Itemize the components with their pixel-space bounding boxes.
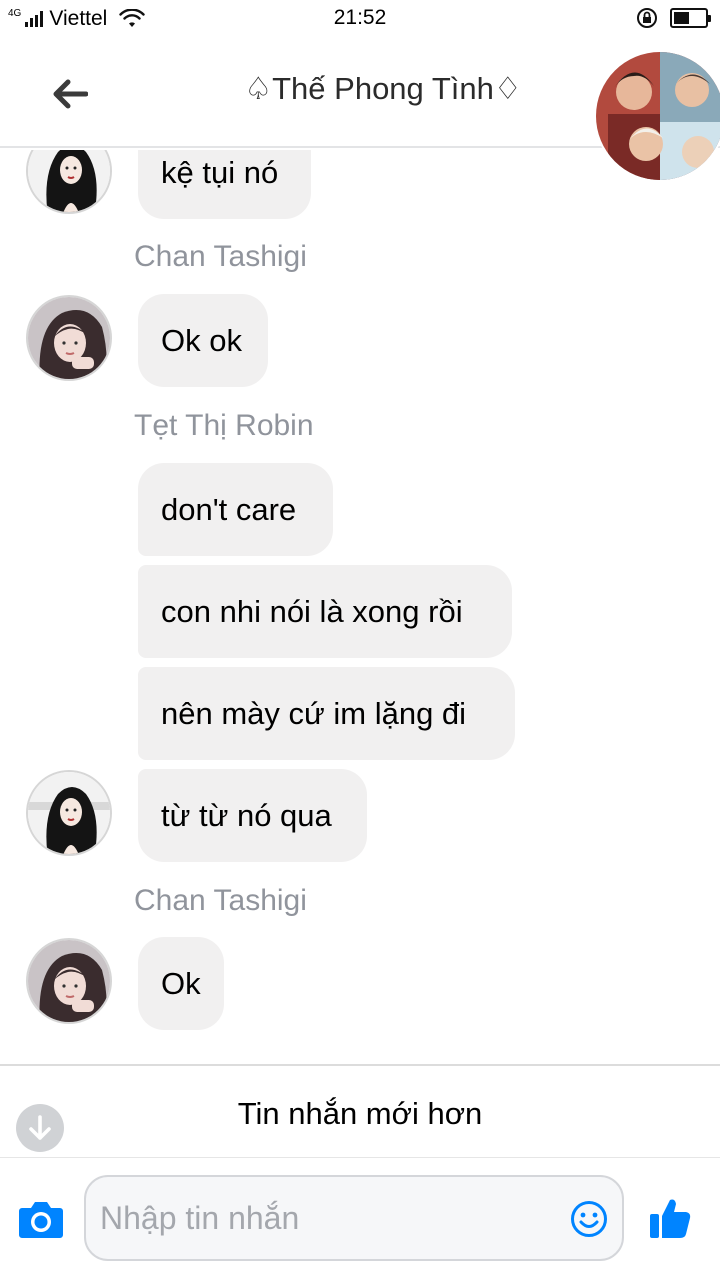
message-input-box[interactable]: [84, 1175, 624, 1261]
sender-name: Chan Tashigi: [134, 884, 307, 917]
message-bubble[interactable]: don't care: [138, 463, 333, 556]
sender-name: Chan Tashigi: [134, 240, 307, 273]
message-list[interactable]: kệ tụi nó Chan Tashigi Ok ok Tẹt Thị Rob…: [0, 150, 720, 1064]
sender-name: Tẹt Thị Robin: [134, 409, 314, 442]
group-avatar[interactable]: [596, 52, 720, 180]
avatar[interactable]: [26, 150, 112, 214]
emoji-icon[interactable]: [570, 1200, 608, 1238]
message-bubble[interactable]: Ok ok: [138, 294, 268, 387]
message-bubble[interactable]: Ok: [138, 937, 224, 1030]
message-bubble[interactable]: từ từ nó qua: [138, 769, 367, 862]
avatar-robin-icon: [28, 150, 110, 212]
avatar-chan-icon: [28, 940, 110, 1022]
battery-icon: [670, 8, 711, 28]
conversation-header: ♤Thế Phong Tình♢: [0, 40, 720, 180]
avatar-robin-icon: [28, 772, 110, 854]
newer-messages-label[interactable]: Tin nhắn mới hơn: [0, 1096, 720, 1132]
status-bar: 4G Viettel 21:52: [0, 0, 720, 40]
message-bubble[interactable]: nên mày cứ im lặng đi: [138, 667, 515, 760]
camera-icon[interactable]: [18, 1198, 64, 1240]
newer-messages-bar[interactable]: Tin nhắn mới hơn: [0, 1064, 720, 1158]
avatar[interactable]: [26, 770, 112, 856]
avatar-chan-icon: [28, 297, 110, 379]
battery-level: [674, 12, 689, 24]
clock: 21:52: [333, 6, 387, 29]
rotation-lock-icon: [637, 8, 657, 28]
avatar[interactable]: [26, 938, 112, 1024]
message-composer: [0, 1158, 720, 1280]
message-bubble[interactable]: con nhi nói là xong rồi: [138, 565, 512, 658]
status-right: [636, 7, 711, 29]
group-photo-icon: [596, 52, 720, 180]
avatar[interactable]: [26, 295, 112, 381]
message-input[interactable]: [100, 1177, 560, 1259]
message-bubble[interactable]: kệ tụi nó: [138, 150, 311, 219]
thumbs-up-icon[interactable]: [648, 1196, 692, 1240]
